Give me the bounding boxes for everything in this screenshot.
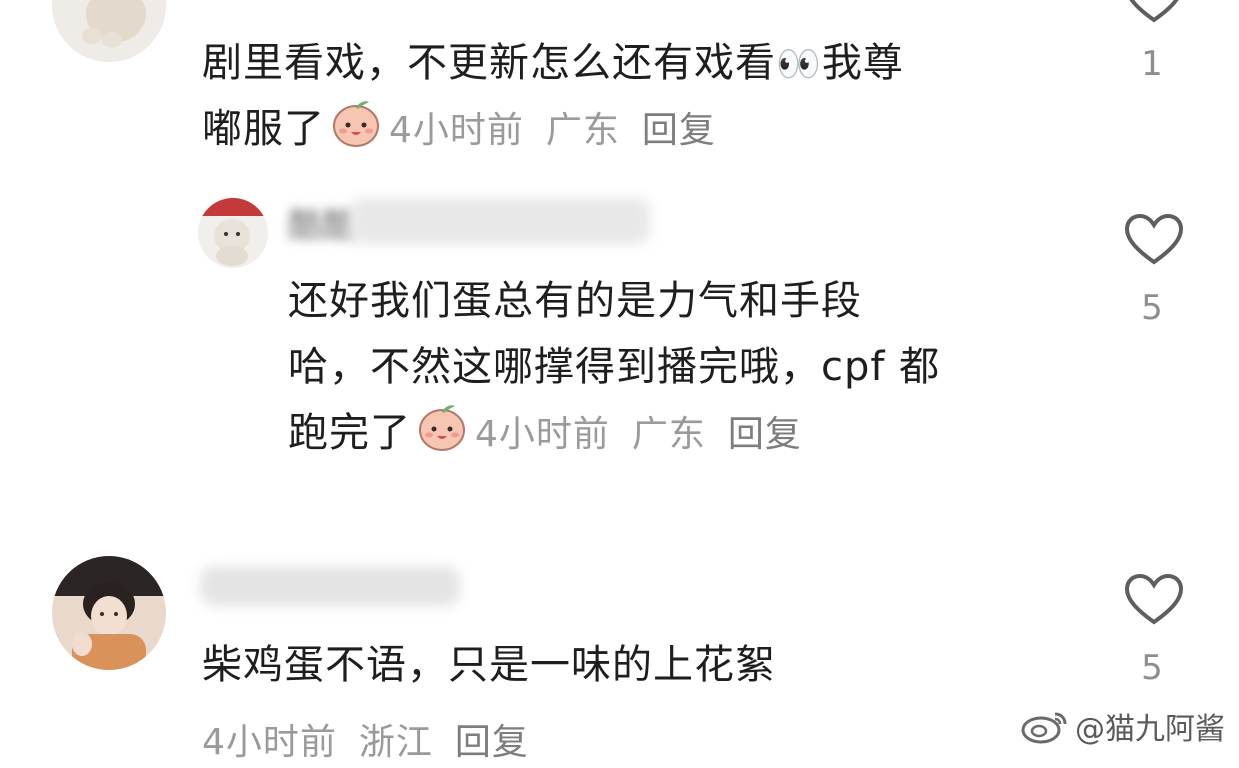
- comment-meta: 4小时前 广东 回复: [389, 110, 738, 151]
- like-count: 5: [1141, 288, 1163, 328]
- avatar[interactable]: [52, 0, 166, 62]
- username-blurred[interactable]: [200, 566, 460, 606]
- comment-text-line: 剧里看戏，不更新怎么还有戏看: [202, 40, 776, 86]
- comment-location: 广东: [545, 110, 620, 151]
- dog-photo-icon: [52, 0, 166, 62]
- comment-location: 广东: [631, 414, 706, 455]
- like-heart-icon[interactable]: [1124, 213, 1184, 270]
- comment-text-line: 哈，不然这哪撑得到播完哦，cpf 都: [288, 344, 941, 390]
- blur-mask: [350, 198, 650, 244]
- comment-text-line: 柴鸡蛋不语，只是一味的上花絮: [202, 642, 776, 688]
- peach-smile-emoji: [415, 400, 469, 472]
- comment-meta: 4小时前 广东 回复: [475, 414, 824, 455]
- comment-time: 4小时前: [389, 110, 524, 151]
- comment-text-line: 还好我们蛋总有的是力气和手段: [288, 278, 862, 324]
- comment-text-line: 我尊: [821, 40, 904, 86]
- username: 酷酷: [288, 206, 356, 246]
- avatar[interactable]: [198, 198, 268, 268]
- reply-button[interactable]: 回复: [728, 414, 802, 455]
- watermark: @猫九阿酱: [1021, 704, 1225, 748]
- like-heart-icon[interactable]: [1124, 573, 1184, 630]
- like-count: 1: [1141, 44, 1163, 84]
- dog-photo-icon: [198, 198, 268, 268]
- like-count: 5: [1141, 648, 1163, 688]
- person-photo-icon: [52, 556, 166, 670]
- comment-time: 4小时前: [202, 722, 337, 763]
- like-heart-icon[interactable]: [1124, 0, 1184, 28]
- peach-smile-emoji: [329, 96, 383, 168]
- comment-text: 剧里看戏，不更新怎么还有戏看👀我尊: [202, 30, 904, 98]
- watermark-text: @猫九阿酱: [1075, 712, 1225, 747]
- comment-text: 跑完了 4小时前 广东 回复: [288, 400, 824, 472]
- comment-meta: 4小时前 浙江 回复: [202, 718, 551, 768]
- reply-button[interactable]: 回复: [642, 110, 716, 151]
- reply-button[interactable]: 回复: [455, 722, 529, 763]
- avatar[interactable]: [52, 556, 166, 670]
- comment-text: 嘟服了 4小时前 广东 回复: [202, 96, 738, 168]
- comment-text-line: 跑完了: [288, 410, 411, 456]
- comment-time: 4小时前: [475, 414, 610, 455]
- comment-text-line: 嘟服了: [202, 106, 325, 152]
- weibo-logo-icon: [1021, 712, 1067, 744]
- eyes-emoji: 👀: [776, 44, 822, 85]
- comment-location: 浙江: [358, 722, 433, 763]
